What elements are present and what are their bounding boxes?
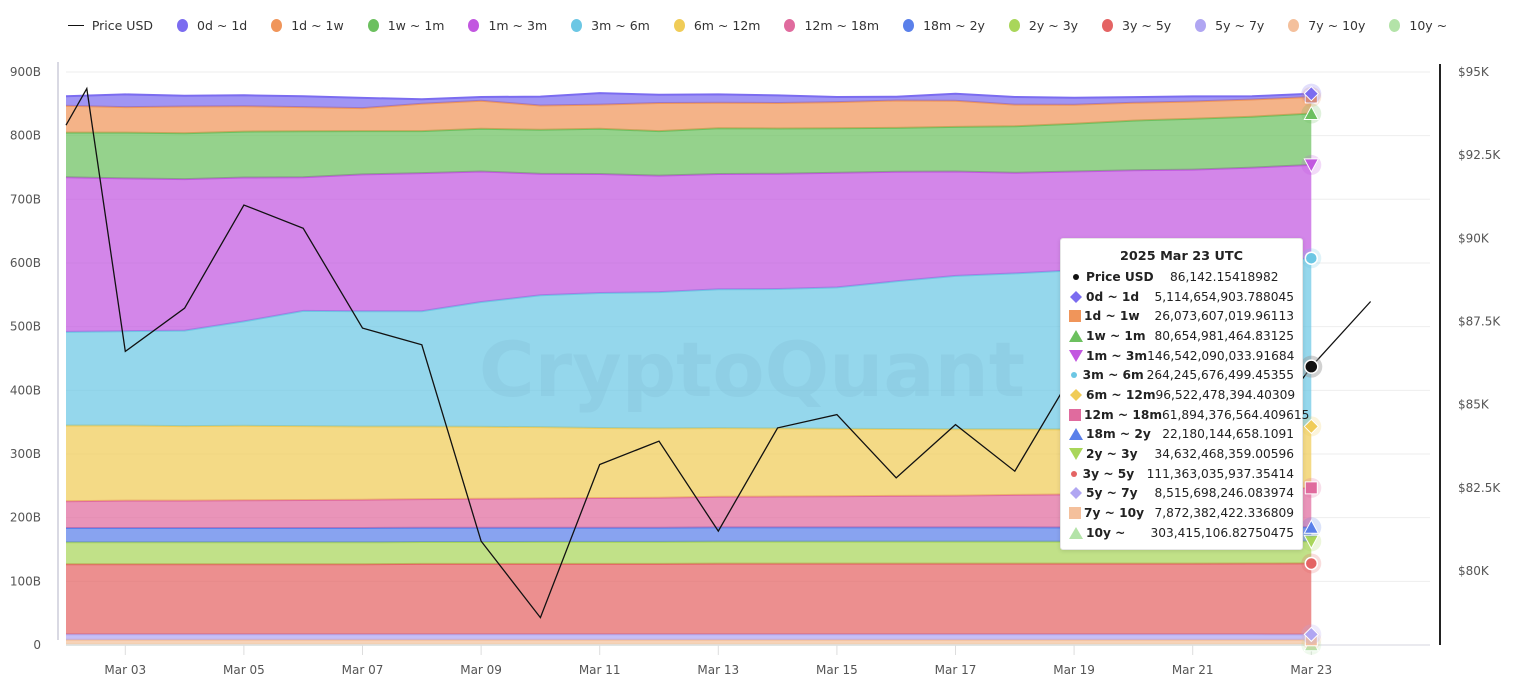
x-tick-label: Mar 15 <box>816 663 858 677</box>
tooltip-row-label: 1w ~ 1m <box>1086 328 1146 343</box>
y-left-tick-label: 600B <box>10 256 41 270</box>
tooltip-row-label: 1m ~ 3m <box>1086 348 1148 363</box>
y-left-tick-label: 700B <box>10 192 41 206</box>
tooltip-row-label: 7y ~ 10y <box>1084 506 1145 521</box>
watermark: CryptoQuant <box>479 325 1025 414</box>
dot-icon <box>1069 272 1083 282</box>
tooltip-row: 18m ~ 2y 22,180,144,658.1091 <box>1069 425 1294 445</box>
dot-icon <box>1069 469 1080 479</box>
tooltip-row-value: 5,114,654,903.788045 <box>1154 289 1294 304</box>
tooltip-row: 1w ~ 1m 80,654,981,464.83125 <box>1069 326 1294 346</box>
x-tick-label: Mar 19 <box>1053 663 1095 677</box>
triangle-down-icon <box>1069 349 1083 362</box>
marker-price <box>1304 359 1319 374</box>
y-left-tick-label: 300B <box>10 447 41 461</box>
tooltip-row-label: 0d ~ 1d <box>1086 289 1140 304</box>
tooltip-row-value: 96,522,478,394.40309 <box>1155 387 1296 402</box>
x-tick-label: Mar 11 <box>579 663 621 677</box>
x-tick-label: Mar 09 <box>460 663 502 677</box>
triangle-up-icon <box>1069 428 1083 441</box>
tooltip-row: 1m ~ 3m 146,542,090,033.91684 <box>1069 346 1294 366</box>
tooltip-row: 12m ~ 18m 61,894,376,564.409615 <box>1069 405 1309 425</box>
triangle-up-icon <box>1069 329 1083 342</box>
tooltip-row-value: 26,073,607,019.96113 <box>1154 309 1294 324</box>
y-right-tick-label: $95K <box>1458 65 1490 79</box>
tooltip-row-value: 303,415,106.82750475 <box>1150 525 1294 540</box>
y-right-tick-label: $87.5K <box>1458 314 1501 328</box>
tooltip-row-label: 6m ~ 12m <box>1086 387 1156 402</box>
y-left-tick-label: 500B <box>10 320 41 334</box>
marker-12m-18m <box>1304 481 1318 495</box>
y-right-tick-label: $90K <box>1458 231 1490 245</box>
y-left-tick-label: 400B <box>10 383 41 397</box>
tooltip-row-value: 22,180,144,658.1091 <box>1162 427 1294 442</box>
y-left-tick-label: 800B <box>10 129 41 143</box>
y-right-tick-label: $82.5K <box>1458 481 1501 495</box>
triangle-down-icon <box>1069 448 1083 461</box>
y-left-tick-label: 100B <box>10 574 41 588</box>
tooltip-row-value: 264,245,676,499.45355 <box>1146 368 1294 383</box>
diamond-icon <box>1069 486 1083 500</box>
tooltip: 2025 Mar 23 UTC Price USD 86,142.15418982… <box>1060 238 1309 550</box>
tooltip-row: 2y ~ 3y 34,632,468,359.00596 <box>1069 444 1294 464</box>
tooltip-row: 6m ~ 12m 96,522,478,394.40309 <box>1069 385 1296 405</box>
dot-icon <box>1069 370 1080 380</box>
highlight-markers <box>1300 83 1323 655</box>
x-tick-label: Mar 13 <box>697 663 739 677</box>
tooltip-row-value: 34,632,468,359.00596 <box>1154 447 1294 462</box>
tooltip-row-label: 5y ~ 7y <box>1086 486 1138 501</box>
diamond-icon <box>1069 290 1083 304</box>
tooltip-row-label: 12m ~ 18m <box>1084 407 1163 422</box>
tooltip-row-label: 10y ~ <box>1086 525 1126 540</box>
x-tick-label: Mar 21 <box>1172 663 1214 677</box>
tooltip-row: 3m ~ 6m 264,245,676,499.45355 <box>1069 365 1294 385</box>
tooltip-row: 7y ~ 10y 7,872,382,422.336809 <box>1069 503 1294 523</box>
y-right-tick-label: $92.5K <box>1458 148 1501 162</box>
tooltip-row-label: 1d ~ 1w <box>1084 309 1140 324</box>
triangle-up-icon <box>1069 526 1083 539</box>
tooltip-row: 5y ~ 7y 8,515,698,246.083974 <box>1069 484 1294 504</box>
tooltip-title: 2025 Mar 23 UTC <box>1120 249 1243 264</box>
tooltip-row-value: 111,363,035,937.35414 <box>1146 466 1294 481</box>
x-tick-label: Mar 05 <box>223 663 265 677</box>
tooltip-row-label: Price USD <box>1086 269 1154 284</box>
square-icon <box>1069 310 1081 323</box>
tooltip-row: 0d ~ 1d 5,114,654,903.788045 <box>1069 287 1294 307</box>
marker-3m-6m <box>1304 251 1319 265</box>
tooltip-row: Price USD 86,142.15418982 <box>1069 267 1294 287</box>
x-tick-label: Mar 03 <box>104 663 146 677</box>
area-3y-5y <box>66 563 1312 635</box>
tooltip-row-value: 80,654,981,464.83125 <box>1154 328 1294 343</box>
y-left-tick-label: 0 <box>33 638 41 652</box>
x-tick-label: Mar 17 <box>935 663 977 677</box>
tooltip-row: 3y ~ 5y 111,363,035,937.35414 <box>1069 464 1294 484</box>
tooltip-row-label: 2y ~ 3y <box>1086 447 1138 462</box>
tooltip-row-label: 3m ~ 6m <box>1082 368 1144 383</box>
x-tick-label: Mar 07 <box>342 663 384 677</box>
tooltip-row-label: 18m ~ 2y <box>1086 427 1151 442</box>
y-right-tick-label: $80K <box>1458 564 1490 578</box>
tooltip-row-value: 7,872,382,422.336809 <box>1154 506 1294 521</box>
tooltip-row-value: 61,894,376,564.409615 <box>1162 407 1310 422</box>
tooltip-row-value: 86,142.15418982 <box>1170 269 1279 284</box>
tooltip-row: 1d ~ 1w 26,073,607,019.96113 <box>1069 306 1294 326</box>
y-left-tick-label: 200B <box>10 511 41 525</box>
tooltip-row-value: 8,515,698,246.083974 <box>1154 486 1294 501</box>
y-left-tick-label: 900B <box>10 65 41 79</box>
marker-3y-5y <box>1304 556 1319 571</box>
square-icon <box>1069 408 1081 421</box>
y-right-tick-label: $85K <box>1458 398 1490 412</box>
tooltip-row-value: 146,542,090,033.91684 <box>1147 348 1295 363</box>
diamond-icon <box>1069 388 1083 402</box>
tooltip-row-label: 3y ~ 5y <box>1082 466 1135 481</box>
square-icon <box>1069 507 1081 520</box>
x-tick-label: Mar 23 <box>1290 663 1332 677</box>
tooltip-row: 10y ~ 303,415,106.82750475 <box>1069 523 1294 543</box>
